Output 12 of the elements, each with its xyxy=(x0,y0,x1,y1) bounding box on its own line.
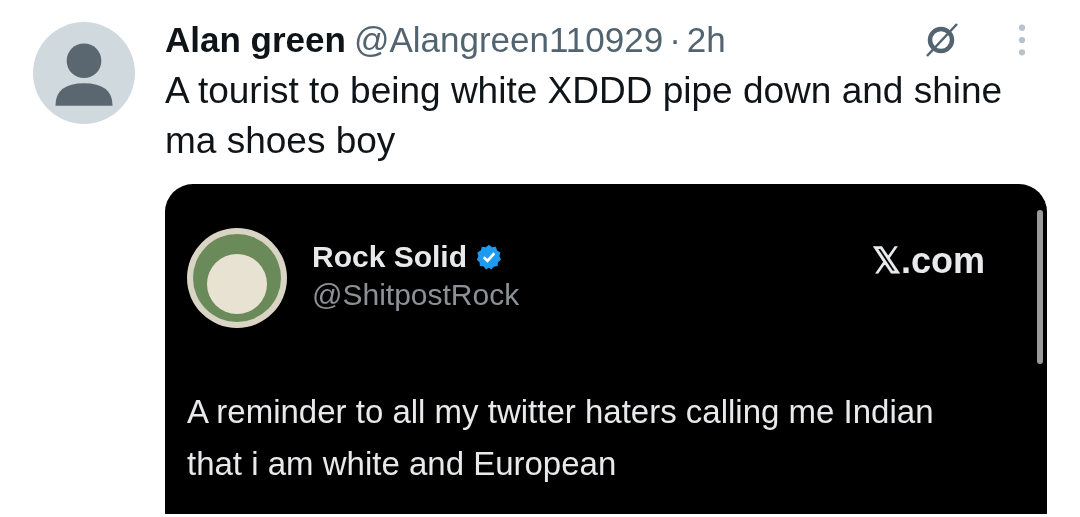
post-time[interactable]: 2h xyxy=(686,20,726,60)
post-text: A tourist to being white XDDD pipe down and shine ma shoes boy xyxy=(165,69,1004,163)
scrollbar[interactable] xyxy=(1037,210,1043,364)
quoted-author-name[interactable]: Rock Solid xyxy=(312,240,468,274)
author-name[interactable]: Alan green xyxy=(165,20,346,60)
avatar-icon[interactable] xyxy=(187,228,287,328)
author-handle[interactable]: @Alangreen110929 xyxy=(353,20,664,60)
quoted-post-card[interactable]: Rock Solid @ShitpostRock 𝕏.com A reminder to all my twitter haters calling me Indian that i am white and European xyxy=(165,184,1047,514)
quoted-author-handle[interactable]: @ShitpostRock xyxy=(312,278,520,312)
quoted-post-text: A reminder to all my twitter haters calling me Indian that i am white and European xyxy=(187,392,935,484)
source-label: 𝕏.com xyxy=(871,240,985,282)
separator: · xyxy=(669,20,681,60)
